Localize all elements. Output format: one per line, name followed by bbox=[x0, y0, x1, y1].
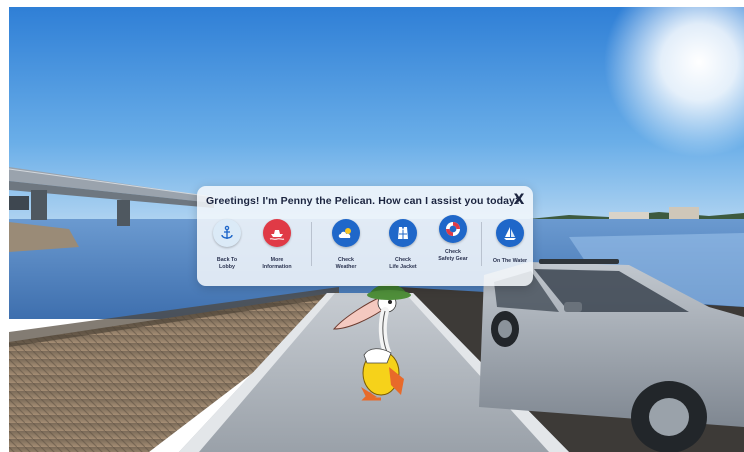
option-label-line2: Weather bbox=[335, 264, 357, 270]
boat-icon bbox=[263, 219, 291, 247]
check-weather-button[interactable]: Check Weather bbox=[320, 218, 372, 278]
anchor-icon bbox=[213, 219, 241, 247]
vr-viewport[interactable]: Greetings! I'm Penny the Pelican. How ca… bbox=[0, 0, 744, 452]
check-life-jacket-button[interactable]: Check Life Jacket bbox=[377, 218, 429, 278]
life-ring-icon bbox=[439, 215, 467, 243]
greeting-text: Greetings! I'm Penny the Pelican. How ca… bbox=[206, 195, 522, 207]
check-safety-gear-button[interactable]: Check Safety Gear bbox=[427, 214, 479, 274]
life-jacket-icon bbox=[389, 219, 417, 247]
option-label-line2: Safety Gear bbox=[438, 256, 468, 262]
option-divider bbox=[311, 222, 312, 266]
close-button[interactable]: X bbox=[510, 191, 528, 209]
option-label-line1: Check bbox=[445, 249, 461, 255]
cloud-icon bbox=[332, 219, 360, 247]
option-label-line1: Check bbox=[338, 257, 354, 263]
on-the-water-button[interactable]: On The Water bbox=[484, 218, 536, 278]
option-label-line1: On The Water bbox=[492, 258, 528, 264]
assistant-dialog: Greetings! I'm Penny the Pelican. How ca… bbox=[197, 186, 533, 286]
option-label-line2: Information bbox=[262, 264, 292, 270]
option-label-line2: Life Jacket bbox=[389, 264, 417, 270]
more-information-button[interactable]: More Information bbox=[251, 218, 303, 278]
option-label-line1: More bbox=[270, 257, 284, 263]
sailboat-icon bbox=[496, 219, 524, 247]
